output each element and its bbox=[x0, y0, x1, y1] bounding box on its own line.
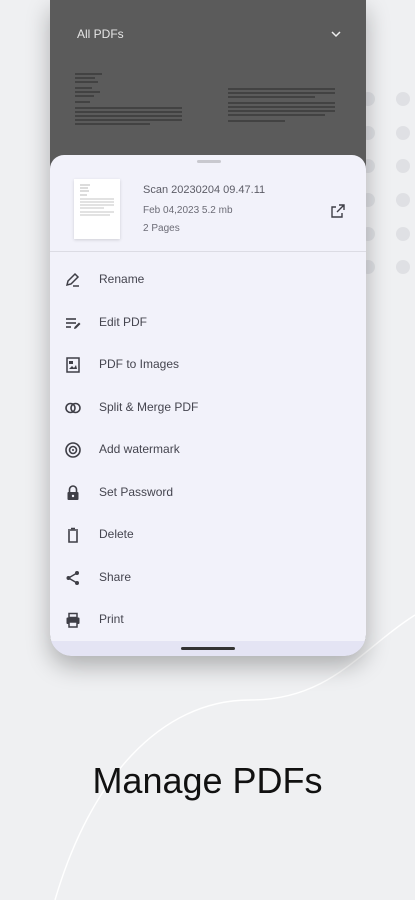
menu-label-edit-pdf: Edit PDF bbox=[99, 315, 148, 329]
promo-headline: Manage PDFs bbox=[92, 760, 323, 801]
chevron-down-icon[interactable] bbox=[329, 27, 343, 41]
dimmed-file-list: All PDFs bbox=[50, 0, 366, 160]
filter-dropdown-label[interactable]: All PDFs bbox=[77, 27, 124, 41]
menu-item-edit-pdf[interactable]: Edit PDF bbox=[50, 302, 366, 344]
printer-icon bbox=[66, 612, 80, 628]
file-pages: 2 Pages bbox=[143, 223, 180, 234]
document-preview-right[interactable] bbox=[225, 85, 340, 130]
bottom-sheet: Scan 20230204 09.47.11 Feb 04,2023 5.2 m… bbox=[50, 155, 366, 656]
menu-item-rename[interactable]: Rename bbox=[50, 259, 366, 301]
menu-label-add-watermark: Add watermark bbox=[99, 442, 180, 456]
lock-icon bbox=[67, 485, 79, 500]
open-external-icon[interactable] bbox=[330, 203, 346, 219]
split-merge-icon bbox=[65, 402, 81, 414]
menu-item-add-watermark[interactable]: Add watermark bbox=[50, 429, 366, 471]
home-indicator[interactable] bbox=[181, 647, 235, 650]
file-thumbnail bbox=[74, 179, 120, 239]
file-name: Scan 20230204 09.47.11 bbox=[143, 184, 266, 196]
file-info-row: Scan 20230204 09.47.11 Feb 04,2023 5.2 m… bbox=[50, 175, 366, 245]
pdf-to-images-icon bbox=[66, 357, 80, 373]
menu-item-pdf-to-images[interactable]: PDF to Images bbox=[50, 344, 366, 386]
divider bbox=[50, 251, 366, 252]
menu-item-share[interactable]: Share bbox=[50, 557, 366, 599]
file-meta: Feb 04,2023 5.2 mb bbox=[143, 205, 233, 216]
edit-pdf-icon bbox=[66, 318, 81, 329]
menu-label-print: Print bbox=[99, 612, 124, 626]
thumbnail-text-lines bbox=[80, 184, 114, 216]
menu-label-pdf-to-images: PDF to Images bbox=[99, 357, 180, 371]
phone-frame: All PDFs Scan 20230204 09.47.11 Feb 04,2… bbox=[50, 0, 366, 656]
menu-label-set-password: Set Password bbox=[99, 485, 174, 499]
menu-label-share: Share bbox=[99, 570, 132, 584]
menu-item-set-password[interactable]: Set Password bbox=[50, 472, 366, 514]
menu-label-rename: Rename bbox=[99, 272, 145, 286]
share-icon bbox=[66, 571, 79, 585]
menu-item-split-merge[interactable]: Split & Merge PDF bbox=[50, 387, 366, 429]
document-preview-left[interactable] bbox=[70, 70, 185, 130]
menu-label-delete: Delete bbox=[99, 527, 134, 541]
watermark-icon bbox=[65, 442, 81, 458]
menu-item-delete[interactable]: Delete bbox=[50, 514, 366, 556]
menu-item-print[interactable]: Print bbox=[50, 599, 366, 641]
sheet-drag-handle[interactable] bbox=[197, 160, 221, 163]
menu-label-split-merge: Split & Merge PDF bbox=[99, 400, 199, 414]
rename-pencil-icon bbox=[65, 272, 80, 287]
trash-icon bbox=[68, 527, 78, 543]
